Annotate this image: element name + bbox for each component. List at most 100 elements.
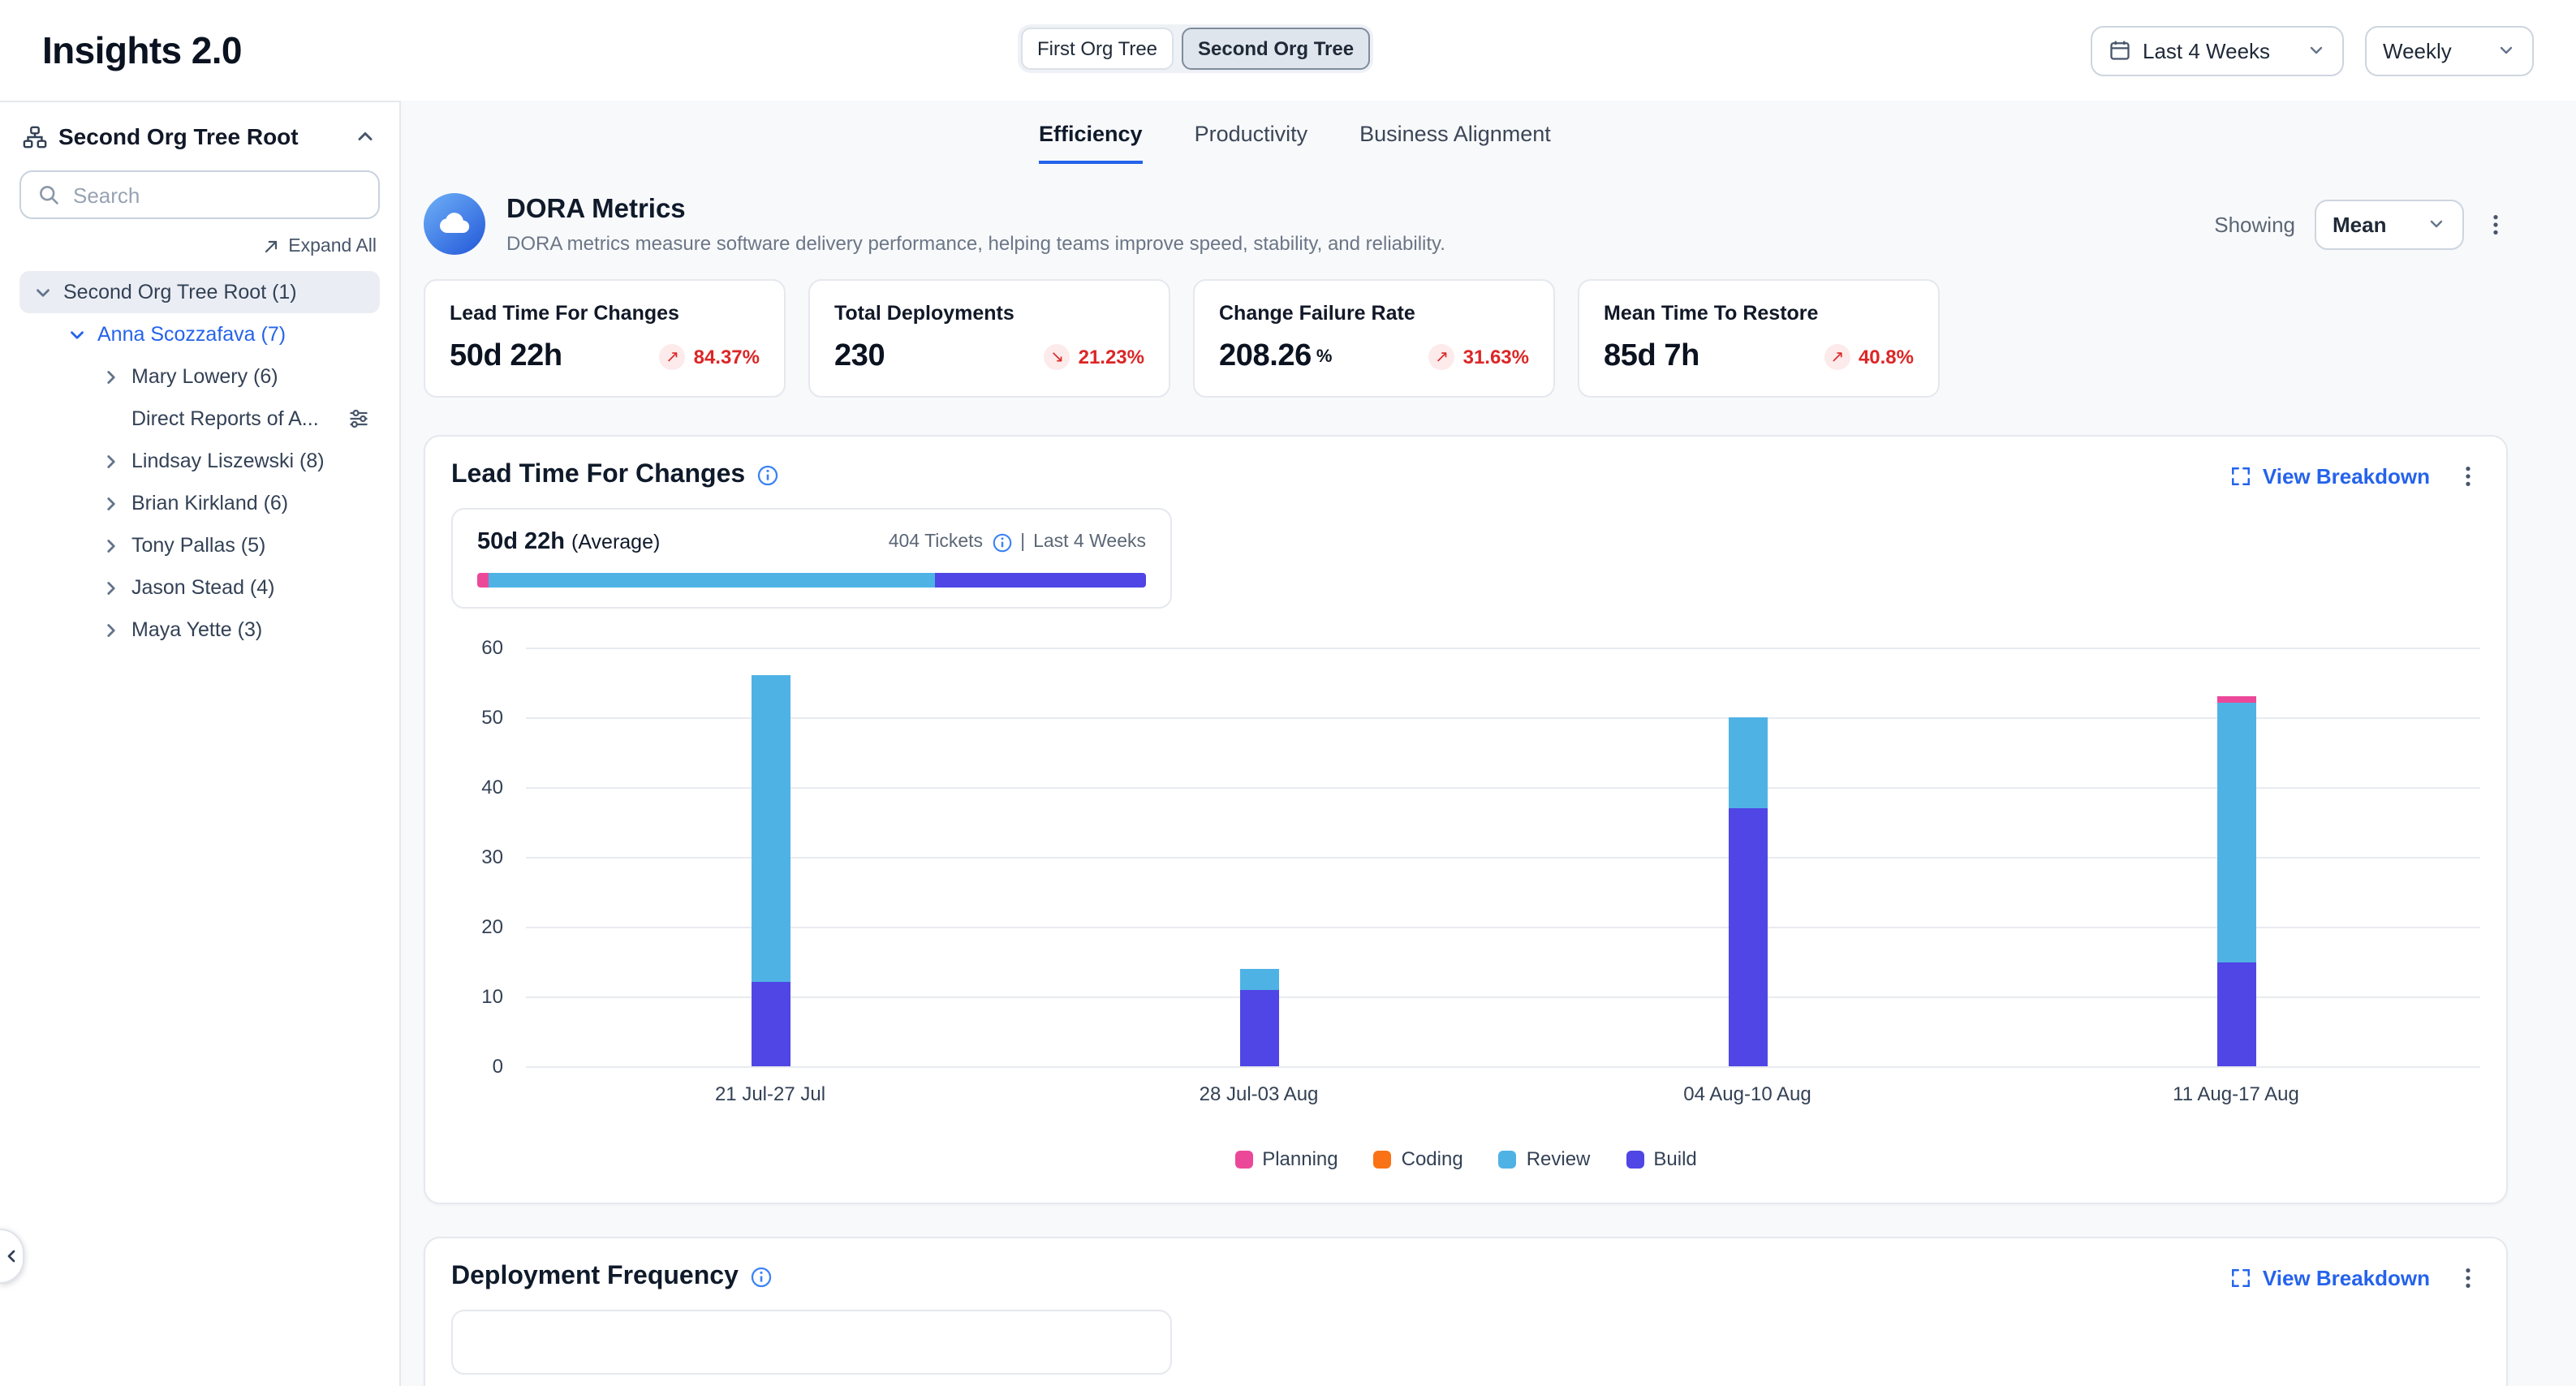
org-toggle-button[interactable]: First Org Tree [1021, 28, 1174, 70]
tree-item[interactable]: Anna Scozzafava (7) [19, 313, 380, 355]
trend-badge: ↗31.63% [1429, 344, 1529, 370]
info-icon[interactable] [750, 1266, 773, 1289]
dora-cloud-icon [424, 193, 485, 255]
gridline [526, 927, 2480, 928]
expand-all-button[interactable]: Expand All [19, 237, 380, 256]
tree-item[interactable]: Second Org Tree Root (1) [19, 271, 380, 313]
deployment-summary-card [451, 1310, 1172, 1375]
legend-swatch [1374, 1150, 1392, 1168]
trend-badge: ↗ 40.8% [1824, 344, 1914, 370]
summary-meta: 404 Tickets | Last 4 Weeks [889, 532, 1146, 553]
tab-efficiency[interactable]: Efficiency [1039, 122, 1143, 164]
y-axis-label: 20 [454, 915, 503, 938]
org-tree-icon [23, 124, 47, 148]
date-range-select[interactable]: Last 4 Weeks [2091, 25, 2344, 75]
view-breakdown-button[interactable]: View Breakdown [2230, 463, 2430, 488]
chevron-down-icon [2496, 41, 2516, 60]
info-icon[interactable] [756, 464, 779, 487]
org-tree: Second Org Tree Root (1) Anna Scozzafava … [19, 271, 380, 651]
tab-productivity[interactable]: Productivity [1195, 122, 1308, 164]
trend-up-icon: ↗ [1824, 344, 1850, 370]
tree-item[interactable]: Direct Reports of A... [19, 398, 380, 440]
metric-value: 50d 22h [450, 339, 562, 375]
kebab-menu-icon[interactable] [2456, 463, 2480, 488]
legend-label: Build [1653, 1147, 1696, 1170]
chevron-right-icon[interactable] [101, 450, 122, 471]
bar[interactable] [751, 648, 790, 1066]
gridline [526, 787, 2480, 789]
org-toggle-button[interactable]: Second Org Tree [1182, 28, 1370, 70]
expand-all-label: Expand All [288, 237, 377, 256]
x-axis-label: 11 Aug-17 Aug [2173, 1083, 2299, 1105]
org-tree-sidebar: Second Org Tree Root Expand All Second O… [0, 101, 401, 1386]
gridline [526, 996, 2480, 998]
view-breakdown-button[interactable]: View Breakdown [2230, 1265, 2430, 1289]
bar-segment-build [2216, 962, 2255, 1066]
tree-item[interactable]: Jason Stead (4) [19, 566, 380, 609]
metric-card: Lead Time For Changes50d 22h↗84.37% [424, 279, 786, 398]
tab-business-alignment[interactable]: Business Alignment [1359, 122, 1551, 164]
trend-delta: 40.8% [1859, 346, 1914, 368]
tree-item[interactable]: Mary Lowery (6) [19, 355, 380, 398]
tree-item-label: Jason Stead (4) [131, 576, 275, 599]
bar[interactable] [1239, 648, 1278, 1066]
kebab-menu-icon[interactable] [2456, 1265, 2480, 1289]
lead-time-summary-card: 50d 22h (Average) 404 Tickets | Last 4 W… [451, 508, 1172, 609]
granularity-select[interactable]: Weekly [2365, 25, 2534, 75]
tree-item-label: Brian Kirkland (6) [131, 492, 288, 514]
sidebar-root-label: Second Org Tree Root [58, 123, 299, 149]
main-content: Efficiency Productivity Business Alignment… [401, 101, 2576, 1386]
search-input[interactable] [73, 183, 362, 207]
lead-time-title: Lead Time For Changes [451, 461, 745, 490]
tab-bar: Efficiency Productivity Business Alignment [401, 101, 2576, 164]
bar[interactable] [1728, 648, 1767, 1066]
summary-suffix: (Average) [571, 531, 660, 553]
x-axis-label: 21 Jul-27 Jul [715, 1083, 825, 1105]
tree-item[interactable]: Brian Kirkland (6) [19, 482, 380, 524]
info-icon[interactable] [991, 532, 1012, 553]
sidebar-header[interactable]: Second Org Tree Root [19, 123, 380, 149]
tree-item-label: Anna Scozzafava (7) [97, 323, 286, 346]
legend-item-planning[interactable]: Planning [1234, 1147, 1338, 1170]
kebab-menu-icon[interactable] [2483, 212, 2508, 236]
chevron-right-icon[interactable] [101, 577, 122, 598]
metric-label: Mean Time To Restore [1604, 302, 1914, 325]
legend-item-build[interactable]: Build [1626, 1147, 1696, 1170]
separator: | [1020, 532, 1025, 552]
chevron-right-icon[interactable] [101, 619, 122, 640]
chevron-right-icon[interactable] [101, 366, 122, 387]
trend-down-icon: ↘ [1045, 344, 1070, 370]
gridline [526, 648, 2480, 649]
bar-segment-review [1239, 969, 1278, 990]
trend-delta: 84.37% [694, 346, 760, 368]
tree-item-label: Second Org Tree Root (1) [63, 281, 297, 303]
topbar-controls: Last 4 Weeks Weekly [2091, 25, 2534, 75]
chevron-left-icon [2, 1246, 21, 1266]
lead-time-panel: Lead Time For Changes View Breakdown 50d… [424, 435, 2508, 1204]
metric-value-row: 230 ↘21.23% [834, 339, 1144, 375]
deployment-panel-header: Deployment Frequency View Breakdown [451, 1263, 2480, 1292]
trend-badge: ↘21.23% [1045, 344, 1144, 370]
chevron-right-icon[interactable] [101, 535, 122, 556]
metric-value: 230 [834, 339, 885, 375]
chevron-right-icon[interactable] [101, 493, 122, 514]
bar-segment-planning [2216, 696, 2255, 704]
tree-item[interactable]: Lindsay Liszewski (8) [19, 440, 380, 482]
legend-item-review[interactable]: Review [1499, 1147, 1591, 1170]
filter-sliders-icon[interactable] [347, 407, 370, 430]
chevron-down-icon[interactable] [32, 282, 54, 303]
y-axis-label: 10 [454, 985, 503, 1008]
summary-row: 50d 22h (Average) 404 Tickets | Last 4 W… [477, 529, 1146, 555]
bar-segment-review [751, 675, 790, 982]
y-axis-label: 30 [454, 846, 503, 868]
dora-title: DORA Metrics [506, 194, 1445, 225]
chevron-up-icon[interactable] [354, 125, 377, 148]
aggregation-select[interactable]: Mean [2315, 199, 2464, 249]
tree-item[interactable]: Maya Yette (3) [19, 609, 380, 651]
dora-header: DORA Metrics DORA metrics measure softwa… [424, 193, 2508, 255]
bar[interactable] [2216, 648, 2255, 1066]
legend-item-coding[interactable]: Coding [1374, 1147, 1463, 1170]
tree-item[interactable]: Tony Pallas (5) [19, 524, 380, 566]
chart-legend: Planning Coding Review Build [451, 1147, 2480, 1170]
chevron-down-icon[interactable] [67, 324, 88, 345]
